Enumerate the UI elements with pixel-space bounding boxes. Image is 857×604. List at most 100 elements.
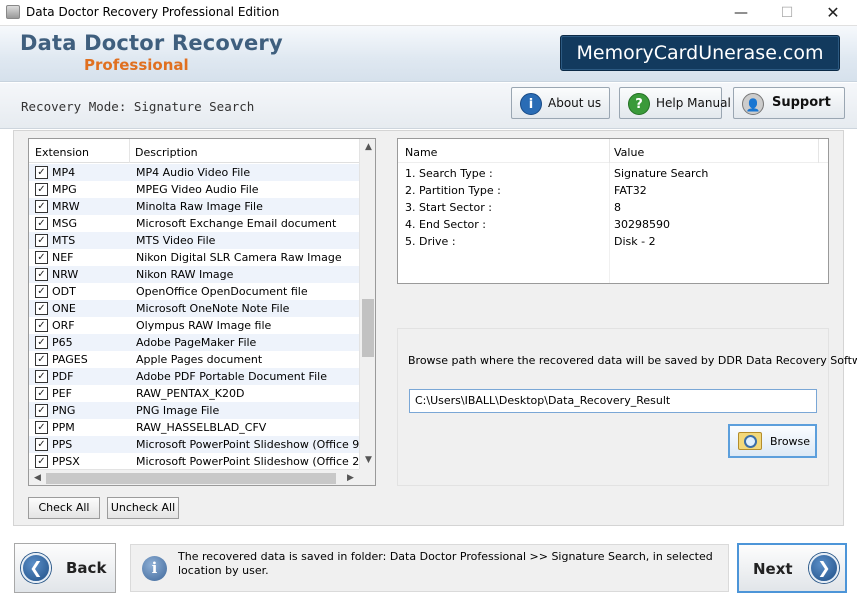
info-name: 2. Partition Type : <box>405 184 501 197</box>
recovery-mode-label: Recovery Mode: Signature Search <box>21 99 255 114</box>
maximize-button[interactable]: ☐ <box>764 0 810 26</box>
help-manual-button[interactable]: ? Help Manual <box>619 87 731 119</box>
extension-checkbox[interactable]: ✓ <box>35 285 48 298</box>
extension-list[interactable]: Extension Description ✓ MP4 MP4 Audio Vide… <box>28 138 376 486</box>
extension-checkbox[interactable]: ✓ <box>35 268 48 281</box>
extension-name: MPG <box>52 183 77 196</box>
next-button[interactable]: Next ❯ <box>737 543 847 593</box>
info-name: 1. Search Type : <box>405 167 493 180</box>
extension-checkbox[interactable]: ✓ <box>35 234 48 247</box>
column-description[interactable]: Description <box>135 146 198 159</box>
extension-row[interactable]: ✓ PEF RAW_PENTAX_K20D <box>29 385 359 402</box>
extension-row[interactable]: ✓ PDF Adobe PDF Portable Document File <box>29 368 359 385</box>
info-value: Signature Search <box>614 167 709 180</box>
info-row: 2. Partition Type : FAT32 <box>398 182 828 199</box>
extension-row[interactable]: ✓ P65 Adobe PageMaker File <box>29 334 359 351</box>
extension-description: Microsoft OneNote Note File <box>136 302 290 315</box>
horizontal-scrollbar[interactable]: ◀ ▶ <box>29 469 359 485</box>
column-separator <box>818 139 819 163</box>
horizontal-scroll-thumb[interactable] <box>46 473 336 484</box>
extension-row[interactable]: ✓ PPSX Microsoft PowerPoint Slideshow (Off… <box>29 453 360 470</box>
extension-description: Microsoft PowerPoint Slideshow (Office 2… <box>136 455 360 468</box>
extension-description: Minolta Raw Image File <box>136 200 263 213</box>
extension-row[interactable]: ✓ MTS MTS Video File <box>29 232 359 249</box>
extension-name: P65 <box>52 336 73 349</box>
extension-name: PNG <box>52 404 76 417</box>
extension-checkbox[interactable]: ✓ <box>35 319 48 332</box>
extension-name: PPS <box>52 438 73 451</box>
extension-description: PNG Image File <box>136 404 220 417</box>
extension-checkbox[interactable]: ✓ <box>35 455 48 468</box>
extension-row[interactable]: ✓ NRW Nikon RAW Image <box>29 266 359 283</box>
extension-checkbox[interactable]: ✓ <box>35 251 48 264</box>
minimize-button[interactable]: — <box>718 0 764 26</box>
info-value: 8 <box>614 201 621 214</box>
extension-row[interactable]: ✓ MSG Microsoft Exchange Email document <box>29 215 359 232</box>
extension-row[interactable]: ✓ MRW Minolta Raw Image File <box>29 198 359 215</box>
extension-checkbox[interactable]: ✓ <box>35 200 48 213</box>
column-value[interactable]: Value <box>614 146 644 159</box>
extension-checkbox[interactable]: ✓ <box>35 302 48 315</box>
column-extension[interactable]: Extension <box>35 146 89 159</box>
extension-checkbox[interactable]: ✓ <box>35 404 48 417</box>
column-name[interactable]: Name <box>405 146 437 159</box>
extension-checkbox[interactable]: ✓ <box>35 183 48 196</box>
extension-checkbox[interactable]: ✓ <box>35 421 48 434</box>
extension-name: ORF <box>52 319 75 332</box>
header-banner: Data Doctor Recovery Professional Memory… <box>0 26 857 82</box>
vertical-scrollbar[interactable]: ▲ ▼ <box>359 139 375 469</box>
vertical-scroll-thumb[interactable] <box>362 299 374 357</box>
extension-checkbox[interactable]: ✓ <box>35 387 48 400</box>
website-logo: MemoryCardUnerase.com <box>560 35 840 71</box>
extension-list-header: Extension Description <box>29 139 359 163</box>
question-icon: ? <box>628 93 650 115</box>
extension-name: PAGES <box>52 353 88 366</box>
support-button[interactable]: 👤 Support <box>733 87 845 119</box>
about-us-button[interactable]: i About us <box>511 87 610 119</box>
extension-row[interactable]: ✓ PNG PNG Image File <box>29 402 359 419</box>
uncheck-all-button[interactable]: Uncheck All <box>107 497 179 519</box>
info-name: 5. Drive : <box>405 235 456 248</box>
extension-checkbox[interactable]: ✓ <box>35 336 48 349</box>
extension-checkbox[interactable]: ✓ <box>35 353 48 366</box>
scroll-up-icon[interactable]: ▲ <box>360 139 375 156</box>
info-row: 4. End Sector : 30298590 <box>398 216 828 233</box>
scroll-right-icon[interactable]: ▶ <box>342 470 359 485</box>
status-message: i The recovered data is saved in folder:… <box>130 544 729 592</box>
info-icon: i <box>520 93 542 115</box>
extension-checkbox[interactable]: ✓ <box>35 370 48 383</box>
extension-row[interactable]: ✓ ODT OpenOffice OpenDocument file <box>29 283 359 300</box>
folder-search-icon <box>738 432 762 450</box>
scroll-down-icon[interactable]: ▼ <box>360 452 375 469</box>
extension-row[interactable]: ✓ PPM RAW_HASSELBLAD_CFV <box>29 419 359 436</box>
extension-checkbox[interactable]: ✓ <box>35 166 48 179</box>
extension-row[interactable]: ✓ ONE Microsoft OneNote Note File <box>29 300 359 317</box>
column-separator <box>609 139 610 163</box>
scroll-left-icon[interactable]: ◀ <box>29 470 46 485</box>
close-button[interactable]: ✕ <box>810 0 856 26</box>
user-icon: 👤 <box>742 93 764 115</box>
info-value: Disk - 2 <box>614 235 656 248</box>
back-label: Back <box>66 559 107 577</box>
check-all-button[interactable]: Check All <box>28 497 100 519</box>
extension-checkbox[interactable]: ✓ <box>35 438 48 451</box>
extension-description: Microsoft Exchange Email document <box>136 217 337 230</box>
info-row: 3. Start Sector : 8 <box>398 199 828 216</box>
extension-checkbox[interactable]: ✓ <box>35 217 48 230</box>
extension-description: MP4 Audio Video File <box>136 166 251 179</box>
extension-row[interactable]: ✓ MP4 MP4 Audio Video File <box>29 164 359 181</box>
extension-row[interactable]: ✓ ORF Olympus RAW Image file <box>29 317 359 334</box>
extension-name: ONE <box>52 302 76 315</box>
back-button[interactable]: ❮ Back <box>14 543 116 593</box>
extension-row[interactable]: ✓ MPG MPEG Video Audio File <box>29 181 359 198</box>
browse-button[interactable]: Browse <box>728 424 817 458</box>
extension-row[interactable]: ✓ PPS Microsoft PowerPoint Slideshow (Offi… <box>29 436 360 453</box>
extension-row[interactable]: ✓ PAGES Apple Pages document <box>29 351 359 368</box>
extension-name: PEF <box>52 387 72 400</box>
extension-row[interactable]: ✓ NEF Nikon Digital SLR Camera Raw Image <box>29 249 359 266</box>
save-path-field[interactable]: C:\Users\IBALL\Desktop\Data_Recovery_Res… <box>409 389 817 413</box>
brand-title: Data Doctor Recovery <box>20 31 283 55</box>
title-bar: Data Doctor Recovery Professional Editio… <box>0 0 857 26</box>
extension-description: Adobe PDF Portable Document File <box>136 370 327 383</box>
support-label: Support <box>772 95 831 110</box>
